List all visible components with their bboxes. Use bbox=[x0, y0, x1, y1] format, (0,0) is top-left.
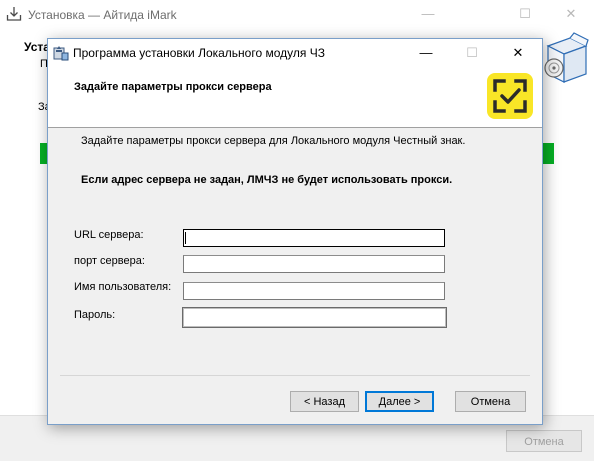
server-port-input[interactable] bbox=[183, 255, 445, 273]
background-window-title: Установка — Айтида iMark bbox=[28, 8, 177, 22]
next-button[interactable]: Далее > bbox=[365, 391, 434, 412]
dialog-titlebar[interactable]: Программа установки Локального модуля ЧЗ… bbox=[48, 39, 542, 68]
background-minimize-button[interactable]: — bbox=[405, 0, 451, 30]
dialog-warning: Если адрес сервера не задан, ЛМЧЗ не буд… bbox=[81, 174, 453, 186]
dialog-maximize-button: ☐ bbox=[466, 45, 478, 60]
background-titlebar: Установка — Айтида iMark — ☐ ✕ bbox=[0, 0, 594, 30]
url-label: URL сервера: bbox=[74, 229, 144, 241]
dialog-close-button[interactable]: ✕ bbox=[495, 39, 541, 68]
password-input[interactable] bbox=[182, 307, 447, 328]
server-url-input[interactable] bbox=[183, 229, 445, 247]
back-button[interactable]: < Назад bbox=[290, 391, 359, 412]
proxy-settings-dialog: Программа установки Локального модуля ЧЗ… bbox=[47, 38, 543, 425]
port-label: порт сервера: bbox=[74, 255, 145, 267]
installer-download-icon bbox=[6, 7, 22, 21]
dialog-header: Задайте параметры прокси сервера bbox=[48, 68, 542, 128]
password-label: Пароль: bbox=[74, 309, 116, 321]
username-input[interactable] bbox=[183, 282, 445, 300]
cancel-button[interactable]: Отмена bbox=[455, 391, 526, 412]
username-label: Имя пользователя: bbox=[74, 281, 172, 293]
dialog-minimize-button[interactable]: — bbox=[403, 39, 449, 68]
page-title: Задайте параметры прокси сервера bbox=[74, 81, 272, 93]
background-close-button[interactable]: ✕ bbox=[548, 0, 594, 30]
installer-setup-icon bbox=[53, 46, 69, 61]
dialog-description: Задайте параметры прокси сервера для Лок… bbox=[81, 135, 466, 147]
footer-divider bbox=[60, 375, 530, 376]
background-maximize-button[interactable]: ☐ bbox=[502, 0, 548, 30]
dialog-title: Программа установки Локального модуля ЧЗ bbox=[73, 46, 325, 60]
text-caret bbox=[185, 232, 186, 244]
chestny-znak-logo-icon bbox=[487, 73, 533, 119]
software-box-icon bbox=[544, 32, 589, 83]
background-cancel-button[interactable]: Отмена bbox=[506, 430, 582, 452]
